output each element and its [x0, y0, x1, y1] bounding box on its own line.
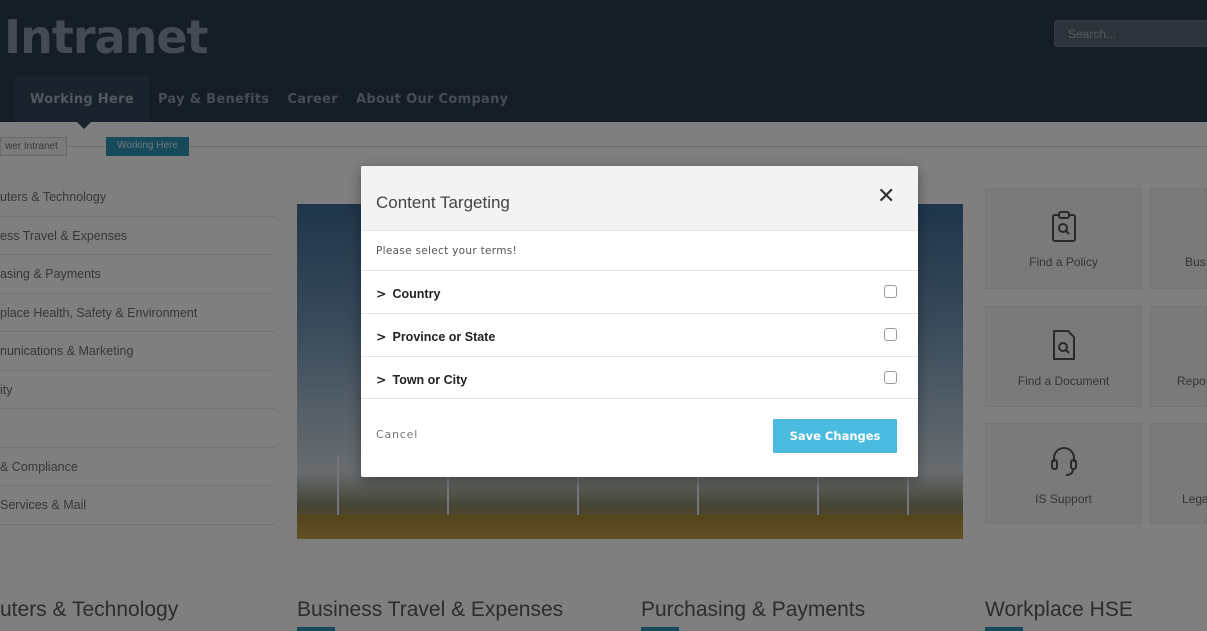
save-changes-button[interactable]: Save Changes [773, 419, 897, 453]
term-checkbox[interactable] [884, 328, 897, 341]
term-row-country[interactable]: > Country [361, 270, 918, 313]
chevron-right-icon: > [376, 329, 387, 344]
term-row-town[interactable]: > Town or City [361, 356, 918, 399]
term-label-wrap: > Country [376, 286, 440, 301]
dialog-instructions: Please select your terms! [376, 245, 518, 257]
term-label: Country [392, 287, 441, 301]
close-icon[interactable]: ✕ [877, 184, 895, 209]
term-checkbox[interactable] [884, 371, 897, 384]
term-label-wrap: > Town or City [376, 372, 467, 387]
term-label: Province or State [392, 330, 496, 344]
term-checkbox[interactable] [884, 285, 897, 298]
dialog-header: Content Targeting ✕ [361, 166, 918, 231]
term-label: Town or City [392, 373, 468, 387]
chevron-right-icon: > [376, 286, 387, 301]
term-row-province[interactable]: > Province or State [361, 313, 918, 356]
content-targeting-dialog: Content Targeting ✕ Please select your t… [361, 166, 918, 477]
cancel-button[interactable]: Cancel [376, 428, 418, 441]
dialog-title: Content Targeting [376, 193, 510, 212]
chevron-right-icon: > [376, 372, 387, 387]
term-label-wrap: > Province or State [376, 329, 495, 344]
dialog-footer-divider [361, 398, 918, 399]
